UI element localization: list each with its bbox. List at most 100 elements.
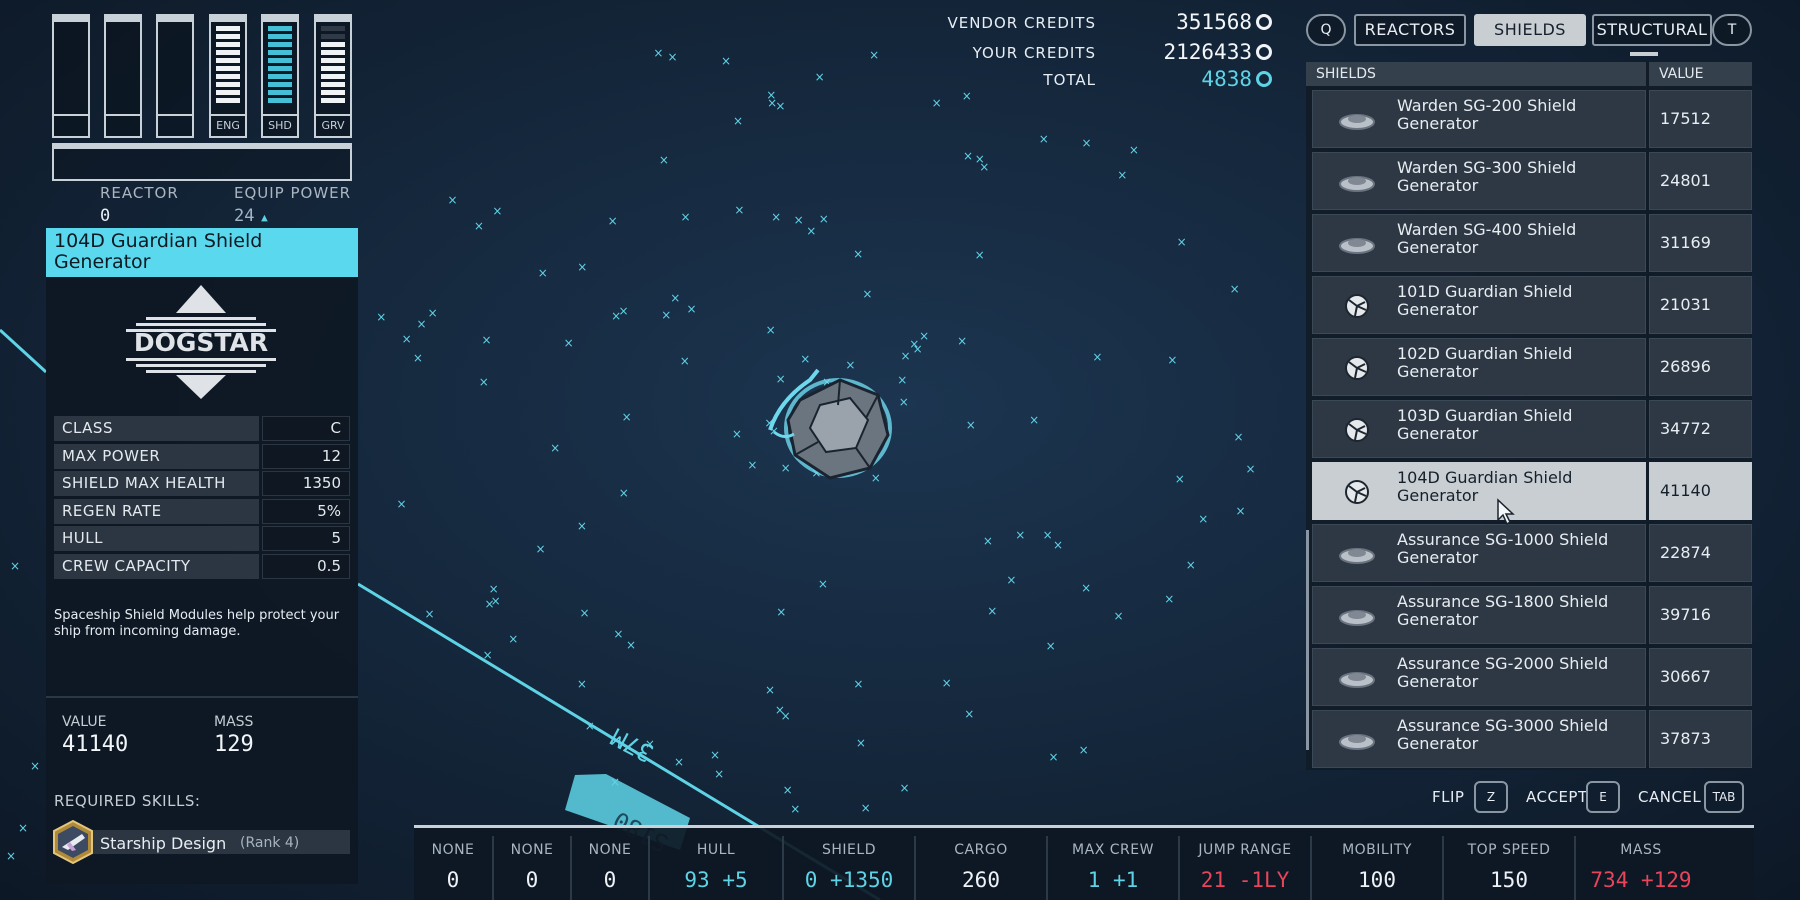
item-title: 104D Guardian Shield Generator [46, 228, 358, 277]
dogstar-logo: DOGSTAR [126, 285, 276, 399]
column-header-name[interactable]: SHIELDS [1306, 62, 1646, 86]
list-item-name: 102D Guardian Shield Generator [1397, 344, 1573, 381]
stat-hull: HULL 5 [54, 526, 350, 551]
stat-hull-value: 5 [262, 526, 350, 551]
list-item-value: 22874 [1649, 524, 1752, 582]
stat-hull: HULL 93 +5 [648, 836, 782, 900]
stat-label: TOP SPEED [1467, 842, 1551, 858]
list-item-name-cell: Warden SG-300 Shield Generator [1312, 152, 1646, 210]
tab-shields[interactable]: SHIELDS [1474, 14, 1586, 46]
list-item-name-cell: Assurance SG-3000 Shield Generator [1312, 710, 1646, 768]
stat-value: 0 [603, 868, 617, 892]
list-item[interactable]: Warden SG-300 Shield Generator 24801 [1312, 152, 1752, 210]
stat-label: SHIELD [822, 842, 876, 858]
list-item-value: 34772 [1649, 400, 1752, 458]
stat-value: 0 [446, 868, 460, 892]
stat-max-power-key: MAX POWER [54, 443, 259, 469]
list-item-value: 39716 [1649, 586, 1752, 644]
tab-reactors[interactable]: REACTORS [1354, 14, 1466, 46]
value-label: VALUE [62, 714, 107, 730]
list-item[interactable]: Warden SG-200 Shield Generator 17512 [1312, 90, 1752, 148]
list-item[interactable]: Warden SG-400 Shield Generator 31169 [1312, 214, 1752, 272]
disc-icon [1337, 540, 1377, 568]
stat-value-row: 734 +129 [1576, 868, 1706, 892]
list-item[interactable]: Assurance SG-3000 Shield Generator 37873 [1312, 710, 1752, 768]
stat-label: MOBILITY [1342, 842, 1412, 858]
power-bar [321, 74, 345, 79]
list-item[interactable]: 103D Guardian Shield Generator 34772 [1312, 400, 1752, 458]
stat-crew-capacity-key: CREW CAPACITY [54, 553, 259, 579]
stat-regen-rate-key: REGEN RATE [54, 498, 259, 524]
ship-preview[interactable] [760, 360, 910, 490]
stat-delta: +129 [1641, 868, 1692, 892]
stat-max-crew: MAX CREW 1 +1 [1046, 836, 1178, 900]
sphere-icon [1337, 292, 1377, 320]
stat-regen-rate: REGEN RATE 5% [54, 498, 350, 524]
list-item-value: 31169 [1649, 214, 1752, 272]
stat-value: 0 [525, 868, 539, 892]
list-item-name-cell: 101D Guardian Shield Generator [1312, 276, 1646, 334]
list-item[interactable]: 104D Guardian Shield Generator 41140 [1312, 462, 1752, 520]
stat-label: NONE [588, 842, 632, 858]
required-skill[interactable]: Starship Design (Rank 4) [54, 830, 350, 854]
stat-mass: MASS 734 +129 [1574, 836, 1706, 900]
accept-label: ACCEPT [1526, 788, 1588, 806]
power-slot-shd-label: SHD [263, 114, 297, 136]
power-bar [268, 98, 292, 103]
power-bar [216, 66, 240, 71]
tab-structural[interactable]: STRUCTURAL [1592, 14, 1712, 46]
item-value: 41140 [62, 732, 129, 757]
power-bar [268, 42, 292, 47]
item-stats: CLASS C MAX POWER 12 SHIELD MAX HEALTH 1350… [54, 416, 350, 581]
item-description: Spaceship Shield Modules help protect yo… [54, 608, 340, 639]
stat-value: 93 [684, 868, 710, 892]
skill-name: Starship Design [100, 834, 227, 853]
power-bar [321, 98, 345, 103]
tab-scroll-indicator [1630, 52, 1658, 56]
stat-label: JUMP RANGE [1198, 842, 1292, 858]
accept-button[interactable]: E [1586, 781, 1620, 813]
list-item-name-cell: Assurance SG-1800 Shield Generator [1312, 586, 1646, 644]
power-bar [216, 82, 240, 87]
power-bar [268, 82, 292, 87]
next-tab-key[interactable]: T [1712, 14, 1752, 46]
stat-crew-capacity: CREW CAPACITY 0.5 [54, 553, 350, 579]
list-item[interactable]: 101D Guardian Shield Generator 21031 [1312, 276, 1752, 334]
list-item-name: Assurance SG-3000 Shield Generator [1397, 716, 1609, 753]
power-slot-grv[interactable]: GRV [314, 14, 352, 138]
list-item[interactable]: Assurance SG-2000 Shield Generator 30667 [1312, 648, 1752, 706]
vendor-credits-value: 351568 [1176, 10, 1252, 34]
power-bar [321, 66, 345, 71]
stat-value: 1 [1087, 868, 1101, 892]
power-slot-eng[interactable]: ENG [209, 14, 247, 138]
power-slot-eng-label: ENG [211, 114, 245, 136]
prev-tab-key[interactable]: Q [1306, 14, 1346, 46]
power-bar [321, 42, 345, 47]
power-slot-shd[interactable]: SHD [261, 14, 299, 138]
list-item-value: 24801 [1649, 152, 1752, 210]
stat-value-row: 0 [494, 868, 570, 892]
list-item[interactable]: 102D Guardian Shield Generator 26896 [1312, 338, 1752, 396]
list-item-name: Assurance SG-1000 Shield Generator [1397, 530, 1609, 567]
stat-mobility: MOBILITY 100 [1310, 836, 1442, 900]
list-item-name-cell: 102D Guardian Shield Generator [1312, 338, 1646, 396]
disc-icon [1337, 726, 1377, 754]
power-bar [216, 90, 240, 95]
equip-power-value: 24 [234, 206, 255, 226]
stat-shield-max-health-value: 1350 [262, 471, 350, 496]
cancel-button[interactable]: TAB [1704, 781, 1744, 813]
flip-button[interactable]: Z [1474, 781, 1508, 813]
column-header-value[interactable]: VALUE [1649, 62, 1752, 86]
power-slot-3 [156, 14, 194, 138]
list-item-value: 37873 [1649, 710, 1752, 768]
list-item[interactable]: Assurance SG-1800 Shield Generator 39716 [1312, 586, 1752, 644]
stat-value: 100 [1358, 868, 1396, 892]
stat-max-power: MAX POWER 12 [54, 443, 350, 469]
power-bar [216, 74, 240, 79]
list-item[interactable]: Assurance SG-1000 Shield Generator 22874 [1312, 524, 1752, 582]
disc-icon [1337, 230, 1377, 258]
stat-value-row: 0 [572, 868, 648, 892]
list-scrollbar[interactable] [1306, 530, 1309, 750]
list-item-name: Assurance SG-2000 Shield Generator [1397, 654, 1609, 691]
stat-value-row: 150 [1444, 868, 1574, 892]
